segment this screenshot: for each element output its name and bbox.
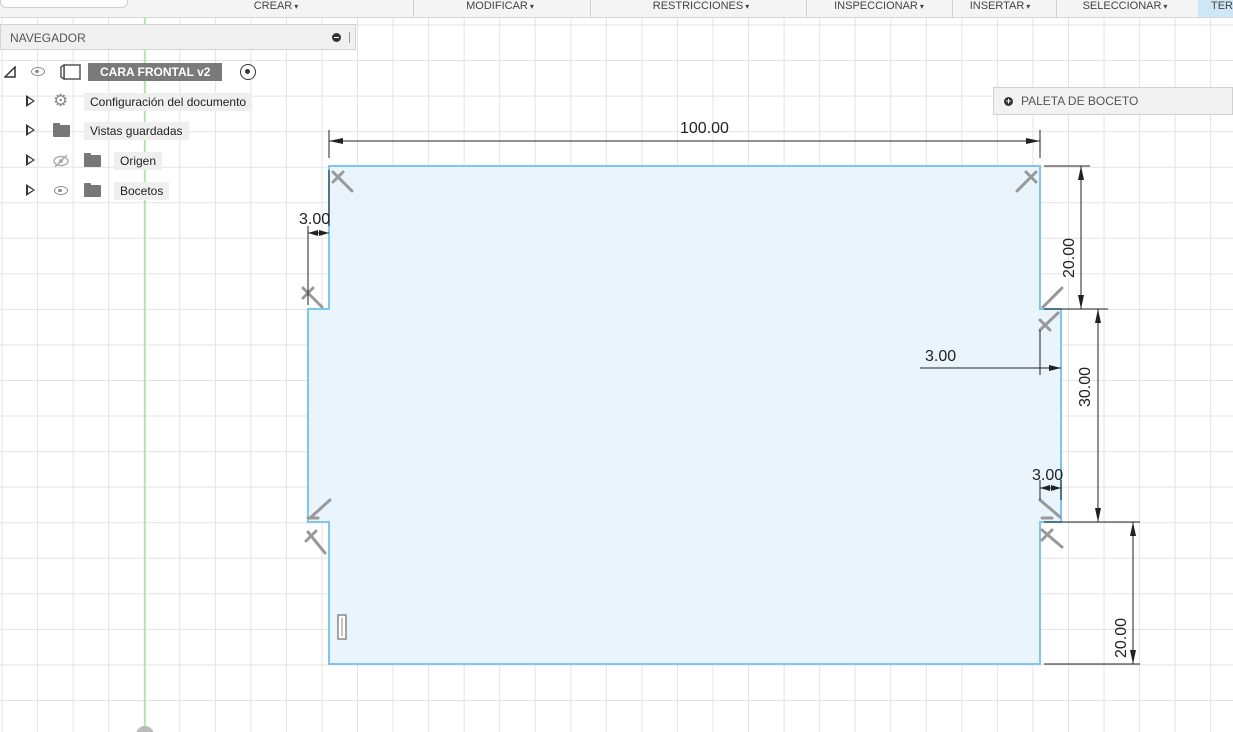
- dimension-middle-right-label[interactable]: 30.00: [1077, 367, 1094, 407]
- menu-seleccionar-label: SELECCIONAR: [1082, 0, 1162, 12]
- tree-item-label[interactable]: Configuración del documento: [84, 93, 253, 111]
- menu-modificar[interactable]: MODIFICAR ▾: [450, 0, 550, 17]
- tree-item-label[interactable]: Vistas guardadas: [84, 122, 189, 140]
- menu-insertar-label: INSERTAR: [969, 0, 1025, 12]
- toolbar-divider: [952, 0, 953, 17]
- expand-triangle-icon[interactable]: [26, 154, 35, 166]
- visibility-hidden-icon[interactable]: [52, 154, 70, 168]
- component-icon: [60, 63, 81, 81]
- expand-triangle-icon[interactable]: [26, 184, 35, 196]
- dimension-left-notch-label[interactable]: 3.00: [299, 211, 330, 228]
- toolbar-divider: [590, 0, 591, 17]
- dimension-top-right-label[interactable]: 20.00: [1061, 238, 1078, 278]
- toolbar: CREAR ▾ MODIFICAR ▾ RESTRICCIONES ▾ INSPECC…: [0, 0, 1233, 18]
- menu-inspeccionar[interactable]: INSPECCIONAR ▾: [814, 0, 944, 17]
- sketch-palette[interactable]: + PALETA DE BOCETO: [993, 87, 1233, 115]
- visibility-eye-icon[interactable]: [31, 67, 45, 76]
- menu-terminar-label: TER: [1211, 0, 1233, 12]
- menu-seleccionar[interactable]: SELECCIONAR ▾: [1066, 0, 1184, 17]
- panel-resize-handle[interactable]: [349, 32, 350, 43]
- menu-modificar-label: MODIFICAR: [466, 0, 528, 12]
- menu-crear[interactable]: CREAR ▾: [236, 0, 316, 17]
- chevron-down-icon: ▾: [1163, 2, 1168, 11]
- gear-icon: ⚙: [53, 91, 69, 110]
- constraint-icon: [301, 286, 324, 309]
- workspace-selector[interactable]: [0, 0, 128, 8]
- chevron-down-icon: ▾: [745, 2, 750, 11]
- chevron-down-icon: ▾: [529, 2, 534, 11]
- menu-restricciones[interactable]: RESTRICCIONES ▾: [636, 0, 766, 17]
- expand-triangle-icon[interactable]: [26, 95, 35, 107]
- menu-terminar[interactable]: TER: [1198, 0, 1233, 17]
- sketch-palette-label: PALETA DE BOCETO: [1021, 94, 1139, 108]
- chevron-down-icon: ▾: [294, 2, 299, 11]
- folder-icon: [84, 183, 101, 197]
- tree-item-label[interactable]: Bocetos: [114, 182, 170, 200]
- visibility-eye-icon[interactable]: [54, 186, 68, 195]
- menu-insertar[interactable]: INSERTAR ▾: [955, 0, 1045, 17]
- collapse-triangle-icon[interactable]: [4, 66, 16, 78]
- tree-item-vistas[interactable]: Vistas guardadas: [0, 120, 220, 142]
- dimension-width-label[interactable]: 100.00: [680, 120, 729, 137]
- chevron-down-icon: ▾: [919, 2, 924, 11]
- folder-icon: [84, 153, 101, 167]
- sketch-profile[interactable]: [307, 165, 1062, 665]
- constraint-icon: [1040, 528, 1064, 549]
- toolbar-divider: [1056, 0, 1057, 17]
- navigator-title: NAVEGADOR: [10, 31, 86, 45]
- fix-glyph: [337, 614, 347, 640]
- tree-root-label[interactable]: CARA FRONTAL v2: [88, 63, 223, 81]
- dimension-right-inner-label[interactable]: 3.00: [925, 348, 956, 365]
- collapse-icon[interactable]: [332, 33, 341, 42]
- toolbar-divider: [413, 0, 414, 17]
- menu-inspeccionar-label: INSPECCIONAR: [834, 0, 918, 12]
- constraint-icon: [1041, 286, 1064, 309]
- tree-item-configuracion[interactable]: ⚙ Configuración del documento: [0, 91, 280, 113]
- navigator-header: NAVEGADOR: [0, 24, 356, 50]
- chevron-down-icon: ▾: [1026, 2, 1031, 11]
- dimension-right-notch-label[interactable]: 3.00: [1032, 467, 1063, 484]
- tree-item-origen[interactable]: Origen: [0, 150, 180, 172]
- toolbar-divider: [806, 0, 807, 17]
- tree-item-bocetos[interactable]: Bocetos: [0, 180, 190, 202]
- origin-marker: [136, 726, 154, 732]
- expand-triangle-icon[interactable]: [26, 124, 35, 136]
- tree-item-label[interactable]: Origen: [114, 152, 163, 170]
- menu-crear-label: CREAR: [253, 0, 293, 12]
- tree-root[interactable]: CARA FRONTAL v2: [0, 61, 270, 83]
- folder-icon: [53, 123, 70, 137]
- expand-plus-icon[interactable]: +: [1004, 97, 1013, 106]
- menu-restricciones-label: RESTRICCIONES: [652, 0, 744, 12]
- dimension-bottom-right-label[interactable]: 20.00: [1113, 618, 1130, 658]
- activate-radio-icon[interactable]: [240, 64, 256, 80]
